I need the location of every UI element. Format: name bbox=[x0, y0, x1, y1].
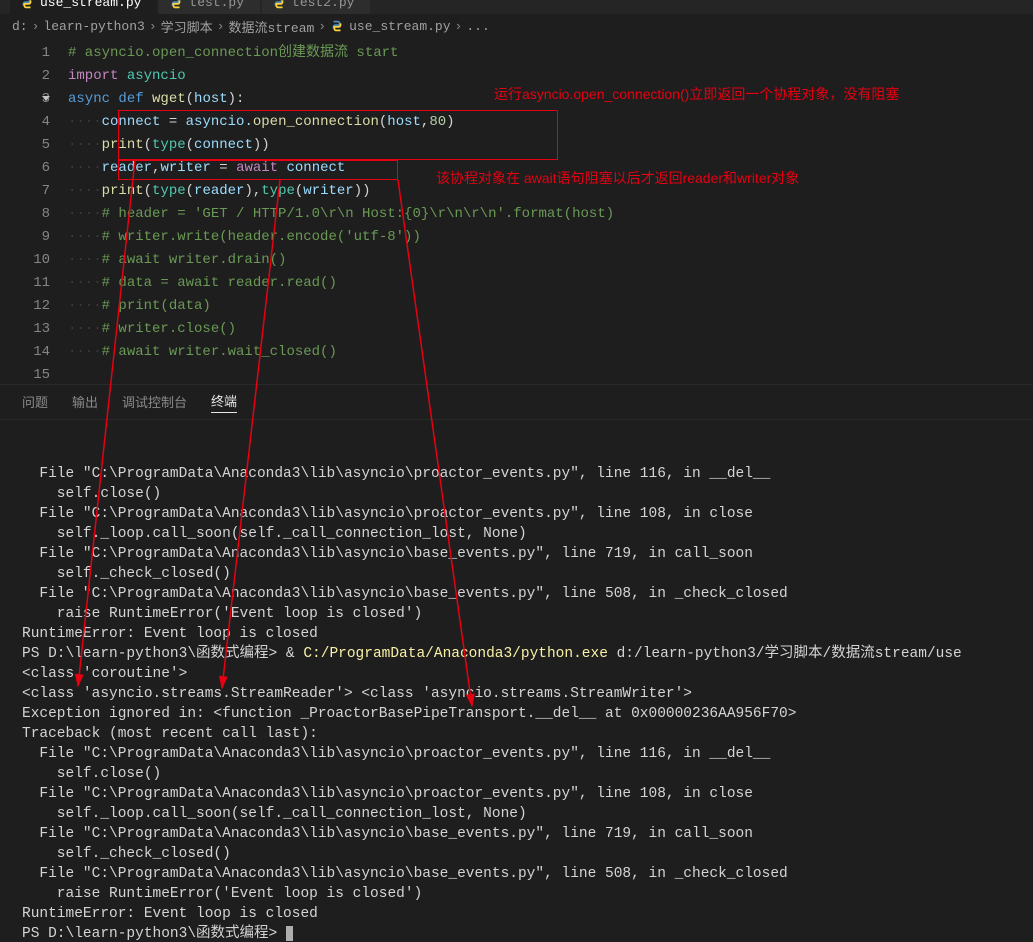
terminal-line: <class 'asyncio.streams.StreamReader'> <… bbox=[22, 684, 1033, 704]
tab-test2[interactable]: test2.py bbox=[262, 0, 370, 14]
chevron-right-icon: › bbox=[217, 19, 225, 34]
line-number: 4 bbox=[0, 111, 50, 134]
terminal-line: File "C:\ProgramData\Anaconda3\lib\async… bbox=[22, 824, 1033, 844]
line-number: 8 bbox=[0, 203, 50, 226]
line-number: 13 bbox=[0, 318, 50, 341]
crumb-trail[interactable]: ... bbox=[466, 19, 489, 34]
terminal-line: Traceback (most recent call last): bbox=[22, 724, 1033, 744]
line-number: 12 bbox=[0, 295, 50, 318]
line-number: 7 bbox=[0, 180, 50, 203]
terminal-line: File "C:\ProgramData\Anaconda3\lib\async… bbox=[22, 864, 1033, 884]
terminal-line: self.close() bbox=[22, 764, 1033, 784]
terminal-line: self._check_closed() bbox=[22, 564, 1033, 584]
python-icon bbox=[272, 0, 286, 10]
terminal-line: self._loop.call_soon(self._call_connecti… bbox=[22, 524, 1033, 544]
panel-tab-debug-console[interactable]: 调试控制台 bbox=[122, 392, 187, 413]
terminal-line: self.close() bbox=[22, 484, 1033, 504]
panel-tab-output[interactable]: 输出 bbox=[72, 392, 98, 413]
terminal-line: self._check_closed() bbox=[22, 844, 1033, 864]
terminal-line: File "C:\ProgramData\Anaconda3\lib\async… bbox=[22, 544, 1033, 564]
terminal-line: RuntimeError: Event loop is closed bbox=[22, 624, 1033, 644]
terminal-line: File "C:\ProgramData\Anaconda3\lib\async… bbox=[22, 744, 1033, 764]
terminal-line: PS D:\learn-python3\函数式编程> bbox=[22, 924, 1033, 942]
terminal-line: Exception ignored in: <function _Proacto… bbox=[22, 704, 1033, 724]
tab-test[interactable]: test.py bbox=[159, 0, 260, 14]
line-number: 6 bbox=[0, 157, 50, 180]
line-number: 11 bbox=[0, 272, 50, 295]
code-comment: # asyncio.open_connection创建数据流 start bbox=[68, 45, 398, 61]
editor-tabs: use_stream.py test.py test2.py bbox=[0, 0, 1033, 14]
python-icon bbox=[20, 0, 34, 10]
crumb-folder[interactable]: 数据流stream bbox=[228, 17, 314, 36]
crumb-file[interactable]: use_stream.py bbox=[349, 19, 450, 34]
terminal-line: raise RuntimeError('Event loop is closed… bbox=[22, 884, 1033, 904]
panel-tab-problems[interactable]: 问题 bbox=[22, 392, 48, 413]
tab-label: test.py bbox=[189, 0, 244, 10]
code-editor[interactable]: 123456789101112131415 # asyncio.open_con… bbox=[0, 38, 1033, 384]
crumb-folder[interactable]: learn-python3 bbox=[43, 19, 144, 34]
tab-use-stream[interactable]: use_stream.py bbox=[10, 0, 157, 14]
terminal-cursor bbox=[286, 926, 293, 941]
terminal-line: File "C:\ProgramData\Anaconda3\lib\async… bbox=[22, 504, 1033, 524]
panel-tabs: 问题 输出 调试控制台 终端 bbox=[0, 384, 1033, 420]
terminal[interactable]: File "C:\ProgramData\Anaconda3\lib\async… bbox=[0, 420, 1033, 942]
terminal-line: File "C:\ProgramData\Anaconda3\lib\async… bbox=[22, 584, 1033, 604]
terminal-line: <class 'coroutine'> bbox=[22, 664, 1033, 684]
terminal-line: RuntimeError: Event loop is closed bbox=[22, 904, 1033, 924]
terminal-line: raise RuntimeError('Event loop is closed… bbox=[22, 604, 1033, 624]
line-gutter: 123456789101112131415 bbox=[0, 38, 68, 384]
terminal-line: File "C:\ProgramData\Anaconda3\lib\async… bbox=[22, 464, 1033, 484]
terminal-line: self._loop.call_soon(self._call_connecti… bbox=[22, 804, 1033, 824]
tab-label: use_stream.py bbox=[40, 0, 141, 10]
line-number: 15 bbox=[0, 364, 50, 387]
line-number: 14 bbox=[0, 341, 50, 364]
crumb-drive[interactable]: d: bbox=[12, 19, 28, 34]
python-icon bbox=[330, 19, 344, 33]
chevron-right-icon: › bbox=[318, 19, 326, 34]
line-number: 2 bbox=[0, 65, 50, 88]
terminal-line: File "C:\ProgramData\Anaconda3\lib\async… bbox=[22, 784, 1033, 804]
terminal-prompt: PS D:\learn-python3\函数式编程> & C:/ProgramD… bbox=[22, 644, 1033, 664]
python-icon bbox=[169, 0, 183, 10]
line-number: 3 bbox=[0, 88, 50, 111]
tab-label: test2.py bbox=[292, 0, 354, 10]
line-number: 1 bbox=[0, 42, 50, 65]
chevron-right-icon: › bbox=[149, 19, 157, 34]
crumb-folder[interactable]: 学习脚本 bbox=[161, 17, 213, 36]
panel-tab-terminal[interactable]: 终端 bbox=[211, 391, 237, 413]
chevron-right-icon: › bbox=[32, 19, 40, 34]
chevron-right-icon: › bbox=[455, 19, 463, 34]
line-number: 5 bbox=[0, 134, 50, 157]
line-number: 10 bbox=[0, 249, 50, 272]
code-area[interactable]: # asyncio.open_connection创建数据流 start imp… bbox=[68, 38, 1033, 384]
breadcrumb[interactable]: d: › learn-python3 › 学习脚本 › 数据流stream › … bbox=[0, 14, 1033, 38]
line-number: 9 bbox=[0, 226, 50, 249]
